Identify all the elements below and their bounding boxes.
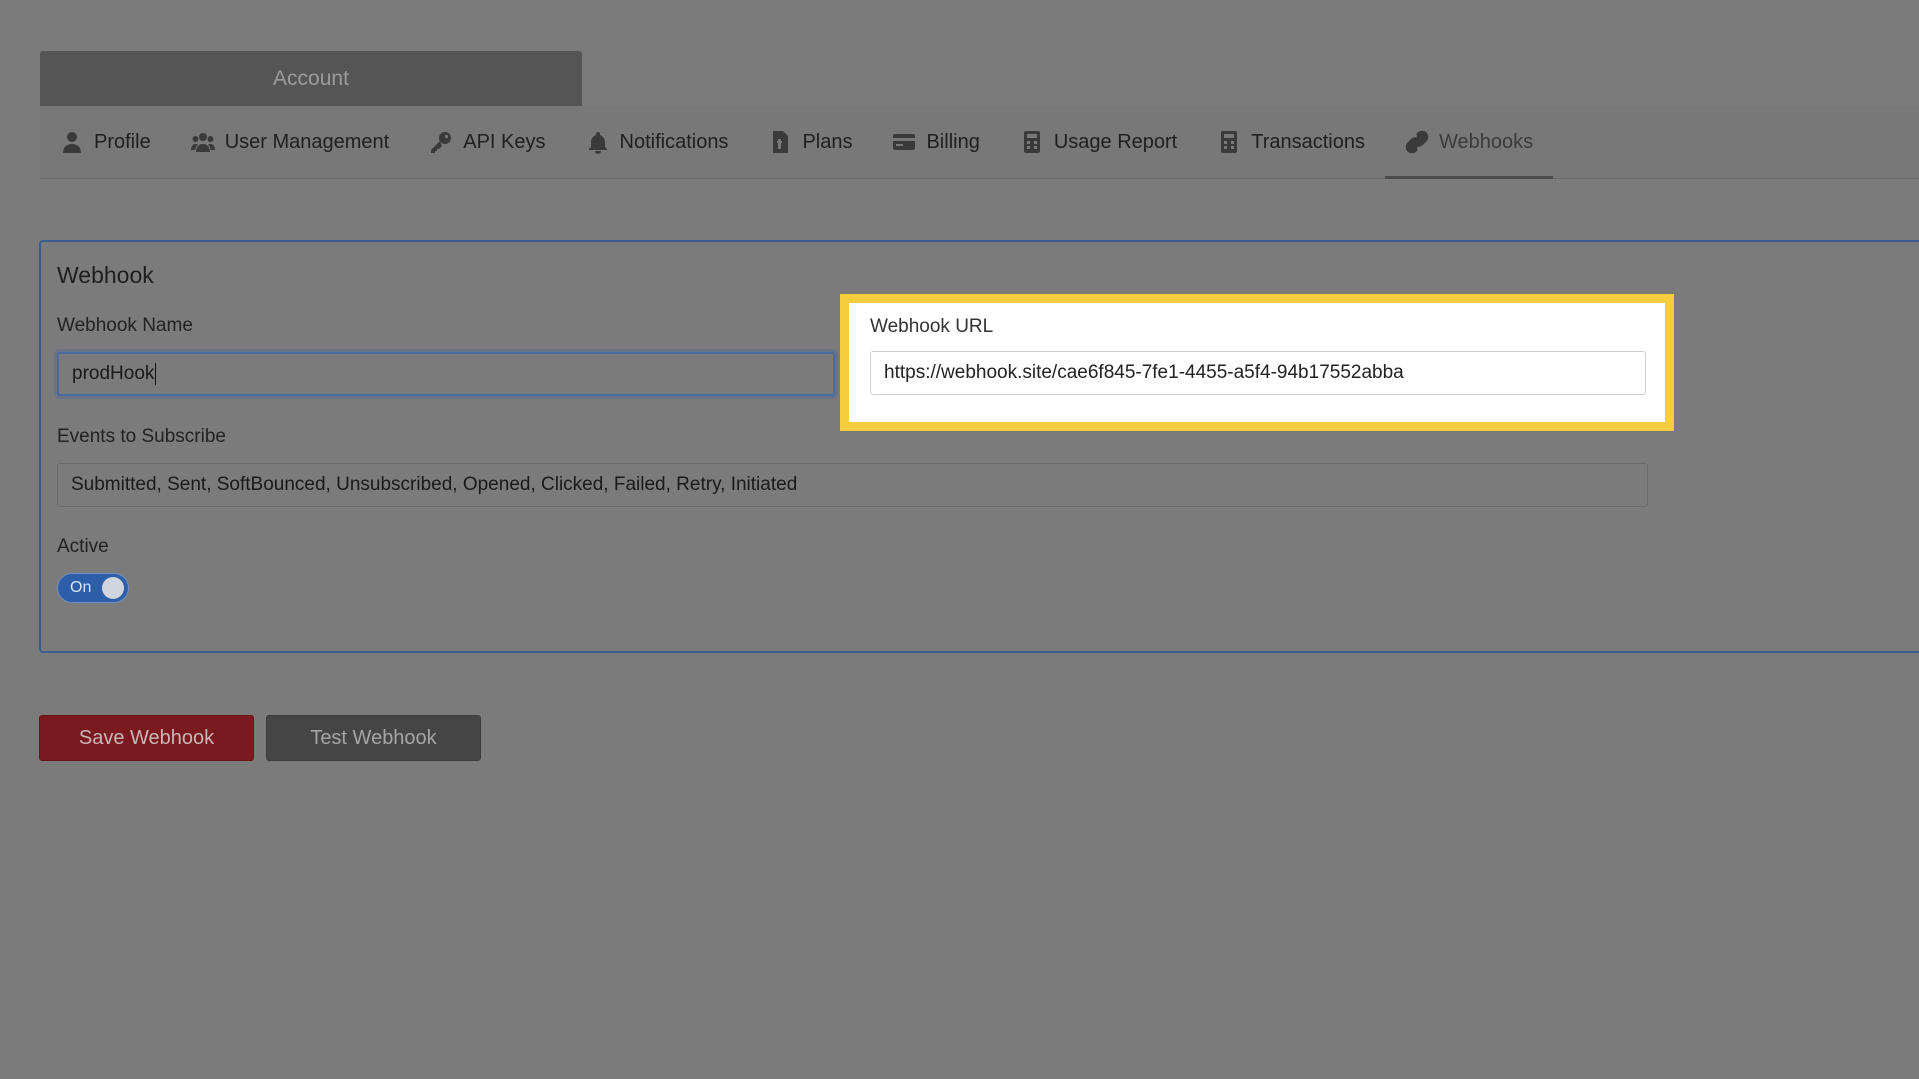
tab-transactions[interactable]: Transactions (1197, 106, 1385, 178)
tab-label: Webhooks (1438, 130, 1534, 153)
tab-billing[interactable]: Billing (872, 106, 999, 178)
card-title: Webhook (57, 262, 154, 288)
webhook-name-value: prodHook (72, 363, 155, 384)
webhook-name-input[interactable]: prodHook (57, 352, 835, 396)
webhook-url-value: https://webhook.site/cae6f845-7fe1-4455-… (884, 362, 1404, 383)
tab-label: Notifications (619, 130, 729, 153)
text-caret (155, 363, 157, 385)
events-label: Events to Subscribe (57, 426, 226, 447)
webhook-name-label: Webhook Name (57, 315, 193, 336)
tab-label: User Management (224, 130, 390, 153)
key-icon (429, 130, 453, 154)
account-header: Account (40, 51, 582, 106)
test-webhook-label: Test Webhook (310, 726, 437, 749)
calculator-icon (1217, 130, 1241, 154)
save-webhook-label: Save Webhook (78, 726, 215, 749)
file-dollar-icon (768, 130, 792, 154)
calculator-icon (1020, 130, 1044, 154)
tab-label: Profile (94, 130, 151, 153)
active-label: Active (57, 536, 109, 557)
toggle-text: On (70, 579, 92, 596)
tab-label: API Keys (463, 130, 546, 153)
tab-label: Transactions (1251, 130, 1365, 153)
person-icon (60, 130, 84, 154)
settings-tabs: Profile User Management API Keys Notific… (40, 106, 1919, 179)
tab-plans[interactable]: Plans (748, 106, 872, 178)
bell-icon (586, 130, 610, 154)
tab-notifications[interactable]: Notifications (566, 106, 749, 178)
link-icon (1405, 130, 1429, 154)
webhook-url-highlight: Webhook URL https://webhook.site/cae6f84… (840, 294, 1674, 431)
tab-profile[interactable]: Profile (40, 106, 171, 178)
active-toggle[interactable]: On (57, 573, 129, 603)
webhook-url-label: Webhook URL (870, 316, 994, 337)
tab-usage-report[interactable]: Usage Report (1000, 106, 1197, 178)
save-webhook-button[interactable]: Save Webhook (39, 715, 254, 761)
users-icon (190, 130, 215, 154)
tab-label: Plans (802, 130, 853, 153)
test-webhook-button[interactable]: Test Webhook (266, 715, 481, 761)
account-title: Account (273, 66, 349, 90)
tab-label: Usage Report (1053, 130, 1178, 153)
events-input[interactable]: Submitted, Sent, SoftBounced, Unsubscrib… (57, 463, 1648, 507)
tab-user-management[interactable]: User Management (171, 106, 410, 178)
events-value: Submitted, Sent, SoftBounced, Unsubscrib… (71, 474, 798, 495)
tab-webhooks[interactable]: Webhooks (1384, 106, 1554, 179)
tab-label: Billing (926, 130, 980, 153)
webhook-url-input[interactable]: https://webhook.site/cae6f845-7fe1-4455-… (870, 351, 1646, 395)
credit-card-icon (892, 130, 916, 154)
toggle-knob (102, 577, 124, 599)
tab-api-keys[interactable]: API Keys (409, 106, 565, 178)
